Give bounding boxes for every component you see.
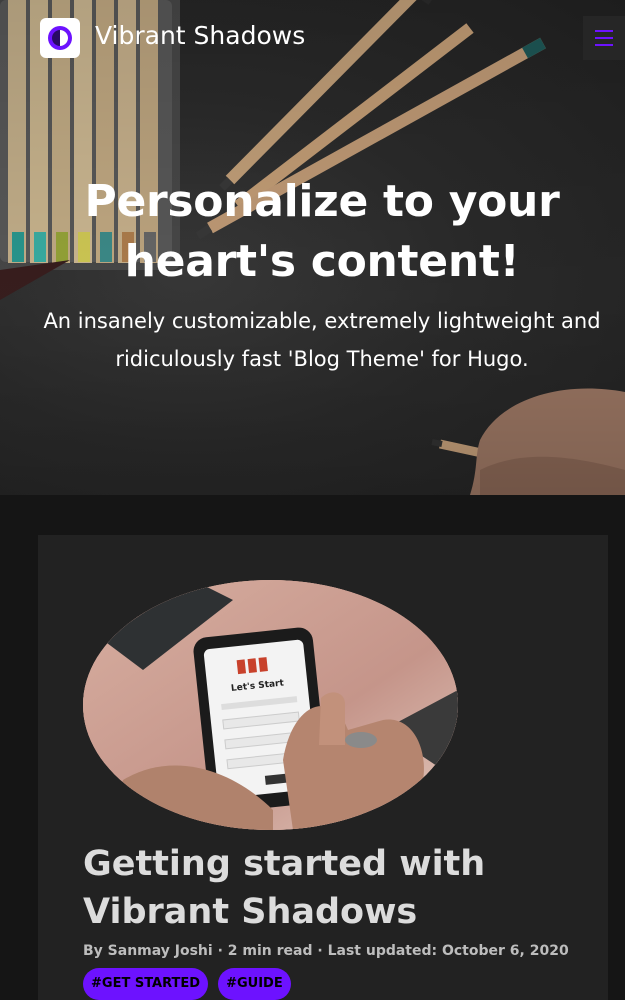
hero-title: Personalize to your heart's content!: [84, 176, 560, 287]
post-tags: #GET STARTED #GUIDE: [83, 968, 291, 1000]
post-read-time: 2 min read: [227, 943, 313, 959]
hero-subtitle: An insanely customizable, extremely ligh…: [43, 309, 601, 371]
half-moon-icon: [48, 26, 72, 50]
post-updated-date: Last updated: October 6, 2020: [327, 943, 569, 959]
site-title-link[interactable]: Vibrant Shadows: [95, 20, 305, 52]
top-navbar: Vibrant Shadows: [0, 0, 625, 76]
hamburger-menu-icon: [595, 30, 613, 46]
post-meta: By Sanmay Joshi · 2 min read · Last upda…: [83, 941, 583, 961]
meta-separator: ·: [212, 943, 228, 959]
menu-button[interactable]: [583, 16, 625, 60]
tag-guide[interactable]: #GUIDE: [218, 968, 291, 1000]
tag-get-started[interactable]: #GET STARTED: [83, 968, 209, 1000]
phone-in-hand-photo: Let's Start: [83, 580, 458, 830]
post-card: Let's Start Getting started with Vibrant…: [38, 535, 608, 1000]
meta-separator: ·: [312, 943, 328, 959]
site-logo[interactable]: [40, 18, 80, 58]
post-title[interactable]: Getting started with Vibrant Shadows: [83, 840, 563, 936]
post-thumbnail[interactable]: Let's Start: [83, 580, 458, 830]
page: Vibrant Shadows Personalize to your hear…: [0, 0, 625, 1000]
post-author: By Sanmay Joshi: [83, 943, 213, 959]
hero-banner: Vibrant Shadows Personalize to your hear…: [0, 0, 625, 495]
